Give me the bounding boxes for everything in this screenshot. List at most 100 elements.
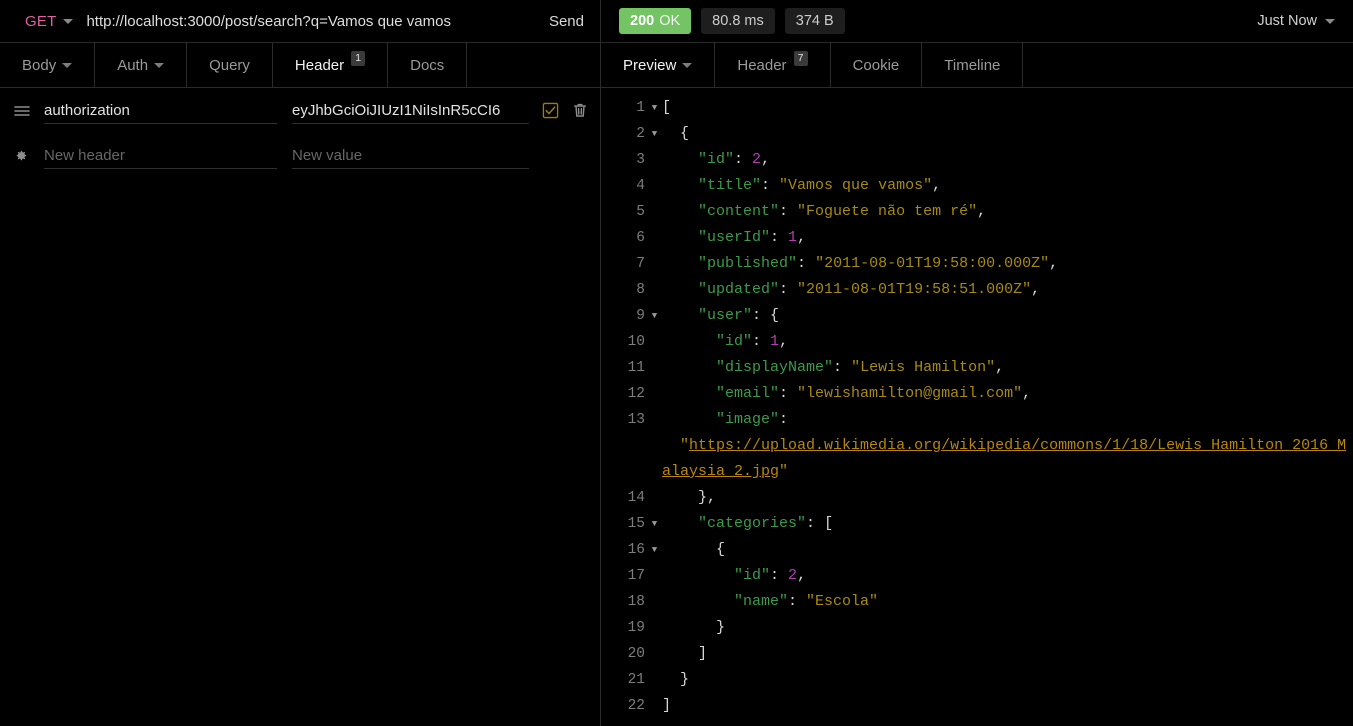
code-line: 14 },	[601, 485, 1353, 511]
header-row	[0, 88, 600, 133]
code-text: "id": 1,	[662, 329, 1353, 355]
json-token: "	[680, 437, 690, 454]
method-selector[interactable]: GET	[0, 0, 86, 43]
code-text: [	[662, 95, 1353, 121]
json-token: ,	[1031, 281, 1041, 298]
request-tab-bar: Body Auth Query Header 1 Docs	[0, 43, 600, 89]
code-line: 6 "userId": 1,	[601, 225, 1353, 251]
fold-toggle-icon[interactable]: ▼	[647, 95, 662, 121]
json-token: "id"	[716, 333, 753, 350]
chevron-down-icon	[682, 63, 693, 68]
json-token: ,	[1049, 255, 1059, 272]
response-time-badge: 80.8 ms	[701, 8, 775, 34]
json-token: "id"	[734, 567, 771, 584]
api-client-window: GET Send Body Auth Query Header 1 Docs 200 OK…	[0, 0, 1353, 726]
code-text: "id": 2,	[662, 563, 1353, 589]
fold-toggle-icon[interactable]: ▼	[647, 121, 662, 147]
response-tabbar-filler	[1023, 43, 1353, 88]
chevron-down-icon	[154, 63, 165, 68]
response-body-viewer[interactable]: 1 ▼[2 ▼ {3 "id": 2, 4 "title": "Vamos que v…	[601, 88, 1353, 726]
json-token: "updated"	[698, 281, 780, 298]
response-tab-preview[interactable]: Preview	[601, 43, 716, 89]
json-token: "Lewis Hamilton"	[851, 359, 996, 376]
header-enabled-checkbox[interactable]	[542, 102, 559, 119]
json-token: "categories"	[698, 515, 807, 532]
gear-icon[interactable]	[13, 148, 44, 163]
tab-label: Query	[209, 57, 250, 74]
line-number: 13	[627, 412, 645, 428]
json-token: :	[761, 177, 780, 194]
code-text: ]	[662, 641, 1353, 667]
response-tab-cookie[interactable]: Cookie	[831, 43, 923, 88]
json-token: ,	[761, 151, 771, 168]
line-number: 4	[636, 178, 645, 194]
json-token: ]	[698, 645, 708, 662]
json-token: :	[734, 151, 753, 168]
request-tab-auth[interactable]: Auth	[95, 43, 188, 88]
code-text: "title": "Vamos que vamos",	[662, 173, 1353, 199]
code-text: "user": {	[662, 303, 1353, 329]
json-token: {	[680, 125, 690, 142]
code-text: "displayName": "Lewis Hamilton",	[662, 355, 1353, 381]
json-token: "displayName"	[716, 359, 834, 376]
fold-toggle-icon[interactable]: ▼	[647, 537, 662, 563]
line-number: 10	[627, 334, 645, 350]
code-line: 20 ]	[601, 641, 1353, 667]
tab-label: Cookie	[852, 57, 900, 74]
response-tab-header[interactable]: Header 7	[715, 43, 831, 88]
json-token: "Vamos que vamos"	[779, 177, 933, 194]
url-input[interactable]	[86, 0, 533, 43]
json-token: ,	[797, 567, 807, 584]
code-line: 19 }	[601, 615, 1353, 641]
json-token: [	[662, 99, 672, 116]
json-token: {	[770, 307, 780, 324]
response-tab-timeline[interactable]: Timeline	[922, 43, 1024, 88]
request-pane: GET Send Body Auth Query Header 1 Docs	[0, 0, 601, 726]
code-text: "published": "2011-08-01T19:58:00.000Z",	[662, 251, 1353, 277]
request-tab-header[interactable]: Header 1	[272, 43, 389, 89]
header-name-field	[44, 88, 277, 133]
tab-count-badge: 7	[793, 51, 808, 66]
json-token: :	[797, 255, 816, 272]
send-button[interactable]: Send	[533, 0, 600, 43]
tab-label: Header	[294, 57, 345, 74]
tab-label: Auth	[117, 57, 149, 74]
header-name-input[interactable]	[44, 140, 277, 171]
json-token: ,	[977, 203, 987, 220]
delete-header-button[interactable]	[572, 102, 588, 119]
code-text: {	[662, 121, 1353, 147]
header-value-input[interactable]	[292, 95, 529, 126]
chevron-down-icon	[62, 63, 73, 68]
json-token: [	[824, 515, 834, 532]
json-token: ,	[779, 333, 789, 350]
code-line: 12 "email": "lewishamilton@gmail.com",	[601, 381, 1353, 407]
response-timestamp-selector[interactable]: Just Now	[1257, 13, 1335, 29]
line-number: 21	[627, 672, 645, 688]
json-token: ,	[797, 229, 807, 246]
status-badge: 200 OK	[619, 8, 692, 34]
json-link[interactable]: https://upload.wikimedia.org/wikipedia/c…	[662, 437, 1346, 480]
code-line: 3 "id": 2,	[601, 147, 1353, 173]
code-text: },	[662, 485, 1353, 511]
line-number: 9	[636, 308, 645, 324]
json-token: :	[770, 229, 789, 246]
request-tab-query[interactable]: Query	[187, 43, 273, 88]
code-line: 22]	[601, 693, 1353, 719]
line-number: 5	[636, 204, 645, 220]
header-value-input[interactable]	[292, 140, 529, 171]
fold-toggle-icon[interactable]: ▼	[647, 303, 662, 329]
line-number: 12	[627, 386, 645, 402]
chevron-down-icon	[1325, 18, 1335, 24]
code-line: 1 ▼[	[601, 95, 1353, 121]
header-name-input[interactable]	[44, 95, 277, 126]
code-line: 7 "published": "2011-08-01T19:58:00.000Z…	[601, 251, 1353, 277]
json-token: "	[779, 463, 789, 480]
fold-toggle-icon[interactable]: ▼	[647, 511, 662, 537]
json-token: 1	[770, 333, 780, 350]
json-token: "userId"	[698, 229, 771, 246]
request-tab-docs[interactable]: Docs	[388, 43, 468, 88]
header-row	[0, 133, 600, 178]
request-tab-body[interactable]: Body	[0, 43, 96, 88]
json-token: "title"	[698, 177, 762, 194]
hamburger-icon[interactable]	[13, 102, 44, 120]
